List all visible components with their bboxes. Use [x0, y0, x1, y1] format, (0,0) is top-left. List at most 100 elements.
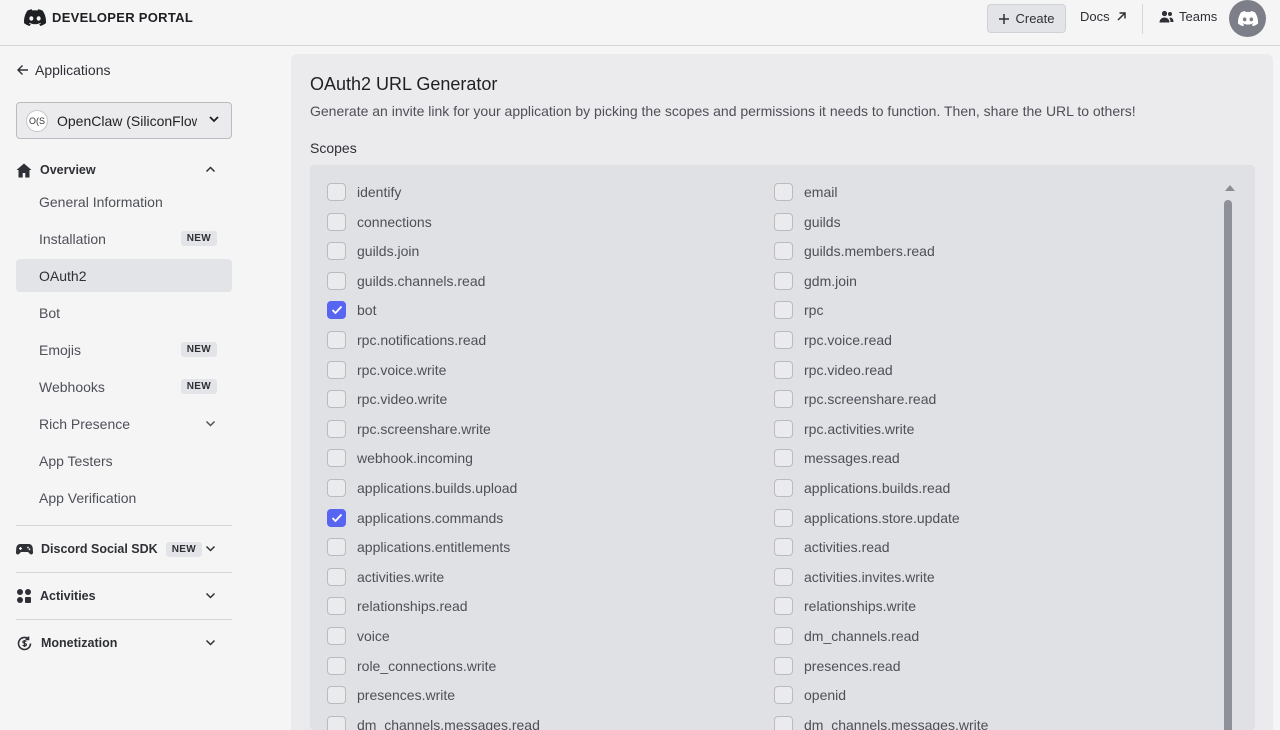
- scope-checkbox[interactable]: [327, 212, 346, 231]
- scope-checkbox[interactable]: [774, 597, 793, 616]
- create-button[interactable]: Create: [987, 4, 1066, 33]
- scope-rpc-screenshare-write[interactable]: rpc.screenshare.write: [327, 419, 491, 439]
- scope-webhook-incoming[interactable]: webhook.incoming: [327, 448, 473, 468]
- scope-checkbox[interactable]: [327, 183, 346, 201]
- scope-rpc-video-write[interactable]: rpc.video.write: [327, 389, 447, 409]
- scope-checkbox[interactable]: [327, 479, 346, 497]
- scope-checkbox[interactable]: [327, 301, 346, 320]
- scope-checkbox[interactable]: [327, 508, 346, 527]
- nav-rich-presence[interactable]: Rich Presence: [16, 407, 232, 440]
- nav-app-verification[interactable]: App Verification: [16, 481, 232, 514]
- scope-checkbox[interactable]: [774, 242, 793, 261]
- scope-rpc[interactable]: rpc: [774, 300, 823, 320]
- scope-checkbox[interactable]: [774, 271, 793, 290]
- scope-guilds-channels-read[interactable]: guilds.channels.read: [327, 271, 485, 291]
- scope-checkbox[interactable]: [774, 360, 793, 379]
- scope-email[interactable]: email: [774, 182, 837, 202]
- scope-gdm-join[interactable]: gdm.join: [774, 271, 857, 291]
- scope-checkbox[interactable]: [327, 360, 346, 379]
- section-activities[interactable]: Activities: [16, 584, 232, 608]
- user-avatar[interactable]: [1229, 0, 1266, 37]
- scope-dm-channels-messages-read[interactable]: dm_channels.messages.read: [327, 715, 540, 730]
- portal-logo[interactable]: DEVELOPER PORTAL: [24, 9, 193, 26]
- scope-identify[interactable]: identify: [327, 182, 401, 202]
- scope-checkbox[interactable]: [327, 538, 346, 557]
- section-monetization[interactable]: Monetization: [16, 631, 232, 655]
- scope-checkbox[interactable]: [774, 508, 793, 527]
- scope-activities-read[interactable]: activities.read: [774, 537, 890, 557]
- scope-dm-channels-messages-write[interactable]: dm_channels.messages.write: [774, 715, 988, 730]
- scope-relationships-read[interactable]: relationships.read: [327, 596, 468, 616]
- scope-applications-entitlements[interactable]: applications.entitlements: [327, 537, 510, 557]
- scope-checkbox[interactable]: [774, 686, 793, 705]
- scope-guilds-join[interactable]: guilds.join: [327, 241, 419, 261]
- scope-checkbox[interactable]: [774, 627, 793, 645]
- scope-activities-invites-write[interactable]: activities.invites.write: [774, 567, 935, 587]
- nav-label: Bot: [39, 304, 61, 321]
- scope-openid[interactable]: openid: [774, 685, 846, 705]
- scope-checkbox[interactable]: [774, 390, 793, 409]
- scope-checkbox[interactable]: [327, 656, 346, 675]
- scope-activities-write[interactable]: activities.write: [327, 567, 444, 587]
- docs-link[interactable]: Docs: [1080, 9, 1127, 24]
- scope-checkbox[interactable]: [774, 479, 793, 497]
- nav-oauth2[interactable]: OAuth2: [16, 259, 232, 292]
- nav-webhooks[interactable]: Webhooks NEW: [16, 370, 232, 403]
- scope-rpc-notifications-read[interactable]: rpc.notifications.read: [327, 330, 486, 350]
- scope-rpc-voice-read[interactable]: rpc.voice.read: [774, 330, 892, 350]
- scope-applications-builds-upload[interactable]: applications.builds.upload: [327, 478, 517, 498]
- scope-role-connections-write[interactable]: role_connections.write: [327, 656, 496, 676]
- scope-dm-channels-read[interactable]: dm_channels.read: [774, 626, 919, 646]
- scope-applications-commands[interactable]: applications.commands: [327, 508, 503, 528]
- scope-voice[interactable]: voice: [327, 626, 390, 646]
- scope-checkbox[interactable]: [327, 686, 346, 705]
- scope-checkbox[interactable]: [327, 715, 346, 730]
- scope-bot[interactable]: bot: [327, 300, 376, 320]
- nav-installation[interactable]: Installation NEW: [16, 222, 232, 255]
- scope-applications-store-update[interactable]: applications.store.update: [774, 508, 960, 528]
- application-select[interactable]: O(S OpenClaw (SiliconFlow: [16, 102, 232, 139]
- scope-guilds-members-read[interactable]: guilds.members.read: [774, 241, 935, 261]
- scope-checkbox[interactable]: [327, 449, 346, 468]
- scope-checkbox[interactable]: [327, 597, 346, 616]
- section-overview[interactable]: Overview: [16, 158, 232, 182]
- scope-checkbox[interactable]: [774, 449, 793, 468]
- scope-rpc-video-read[interactable]: rpc.video.read: [774, 360, 893, 380]
- scope-checkbox[interactable]: [774, 331, 793, 349]
- scope-presences-write[interactable]: presences.write: [327, 685, 455, 705]
- nav-emojis[interactable]: Emojis NEW: [16, 333, 232, 366]
- back-to-applications[interactable]: Applications: [16, 62, 111, 78]
- scope-messages-read[interactable]: messages.read: [774, 448, 900, 468]
- scope-rpc-screenshare-read[interactable]: rpc.screenshare.read: [774, 389, 936, 409]
- scope-checkbox[interactable]: [774, 656, 793, 675]
- scope-checkbox[interactable]: [774, 183, 793, 201]
- scope-checkbox[interactable]: [774, 567, 793, 586]
- scope-checkbox[interactable]: [774, 301, 793, 320]
- scope-checkbox[interactable]: [327, 390, 346, 409]
- scope-checkbox[interactable]: [327, 271, 346, 290]
- scope-checkbox[interactable]: [327, 627, 346, 645]
- teams-link[interactable]: Teams: [1159, 9, 1217, 24]
- scope-applications-builds-read[interactable]: applications.builds.read: [774, 478, 950, 498]
- nav-general-information[interactable]: General Information: [16, 185, 232, 218]
- scope-presences-read[interactable]: presences.read: [774, 656, 901, 676]
- scope-relationships-write[interactable]: relationships.write: [774, 596, 916, 616]
- scope-checkbox[interactable]: [327, 419, 346, 438]
- scroll-up-arrow[interactable]: [1225, 185, 1235, 191]
- scope-checkbox[interactable]: [327, 331, 346, 349]
- nav-bot[interactable]: Bot: [16, 296, 232, 329]
- scope-checkbox[interactable]: [774, 419, 793, 438]
- section-discord-social-sdk[interactable]: Discord Social SDK NEW: [16, 537, 232, 561]
- scope-rpc-activities-write[interactable]: rpc.activities.write: [774, 419, 914, 439]
- page-description: Generate an invite link for your applica…: [310, 103, 1136, 119]
- scope-checkbox[interactable]: [774, 538, 793, 557]
- scope-checkbox[interactable]: [327, 242, 346, 261]
- nav-app-testers[interactable]: App Testers: [16, 444, 232, 477]
- scope-connections[interactable]: connections: [327, 212, 432, 232]
- scope-checkbox[interactable]: [774, 212, 793, 231]
- scope-checkbox[interactable]: [774, 715, 793, 730]
- scope-rpc-voice-write[interactable]: rpc.voice.write: [327, 360, 446, 380]
- scrollbar-thumb[interactable]: [1224, 200, 1232, 730]
- scope-guilds[interactable]: guilds: [774, 212, 841, 232]
- scope-checkbox[interactable]: [327, 567, 346, 586]
